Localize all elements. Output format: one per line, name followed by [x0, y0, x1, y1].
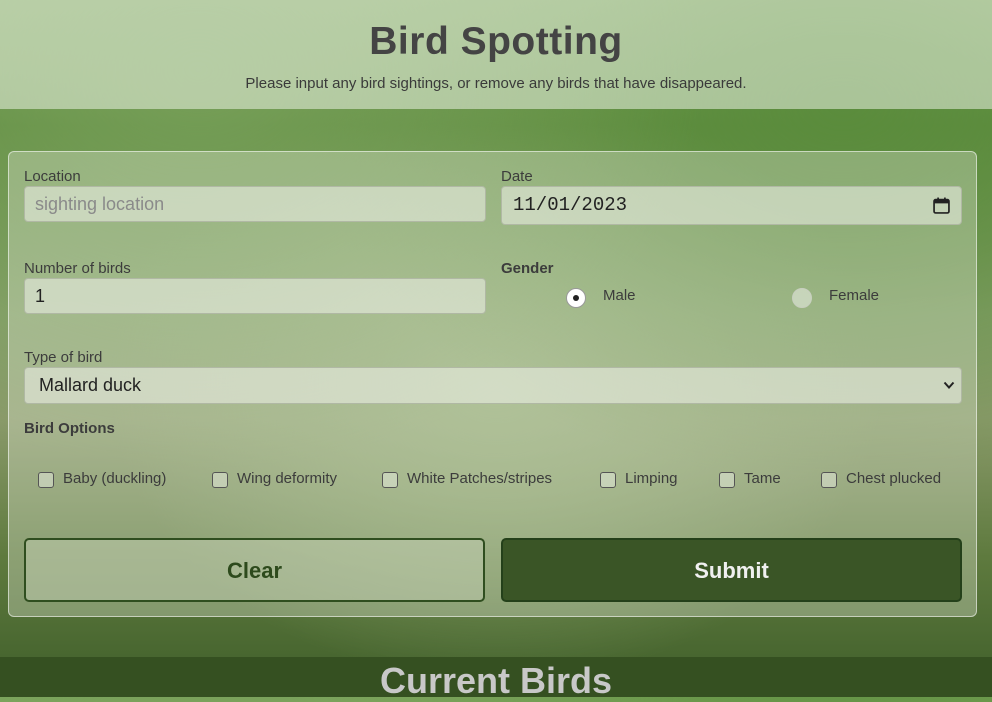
option-baby-label: Baby (duckling) [63, 470, 167, 487]
page-title: Bird Spotting [369, 20, 623, 63]
bird-options-label: Bird Options [24, 420, 115, 437]
option-limping-label: Limping [625, 470, 678, 487]
option-baby-checkbox[interactable] [38, 472, 54, 488]
gender-female-label: Female [829, 287, 880, 304]
count-label: Number of birds [24, 260, 131, 277]
gender-female-radio[interactable] [792, 288, 812, 308]
option-chest-plucked-label: Chest plucked [846, 470, 942, 487]
option-wing-deformity-label: Wing deformity [237, 470, 338, 487]
option-tame-label: Tame [744, 470, 781, 487]
bird-type-value: Mallard duck [39, 375, 142, 395]
count-input[interactable] [24, 278, 486, 314]
chevron-down-icon [943, 381, 955, 389]
option-chest-plucked-checkbox[interactable] [821, 472, 837, 488]
calendar-icon[interactable] [933, 197, 950, 214]
option-wing-deformity-checkbox[interactable] [212, 472, 228, 488]
bird-type-label: Type of bird [24, 349, 103, 366]
date-value: 11/01/2023 [513, 194, 628, 216]
current-birds-title: Current Birds [379, 660, 613, 701]
page-subtitle: Please input any bird sightings, or remo… [245, 75, 747, 92]
gender-male-radio[interactable] [566, 288, 586, 308]
option-limping-checkbox[interactable] [600, 472, 616, 488]
date-label: Date [501, 168, 533, 185]
clear-button[interactable]: Clear [24, 538, 485, 602]
page-header: Bird Spotting Please input any bird sigh… [0, 0, 992, 109]
gender-male-label: Male [603, 287, 636, 304]
current-birds-section: Current Birds [0, 657, 992, 701]
option-white-patches-checkbox[interactable] [382, 472, 398, 488]
option-white-patches-label: White Patches/stripes [407, 470, 553, 487]
location-input[interactable] [24, 186, 486, 222]
date-input[interactable]: 11/01/2023 [501, 186, 962, 225]
option-tame-checkbox[interactable] [719, 472, 735, 488]
submit-button[interactable]: Submit [501, 538, 962, 602]
gender-label: Gender [501, 260, 554, 277]
location-label: Location [24, 168, 81, 185]
bird-type-select[interactable]: Mallard duck [24, 367, 962, 404]
